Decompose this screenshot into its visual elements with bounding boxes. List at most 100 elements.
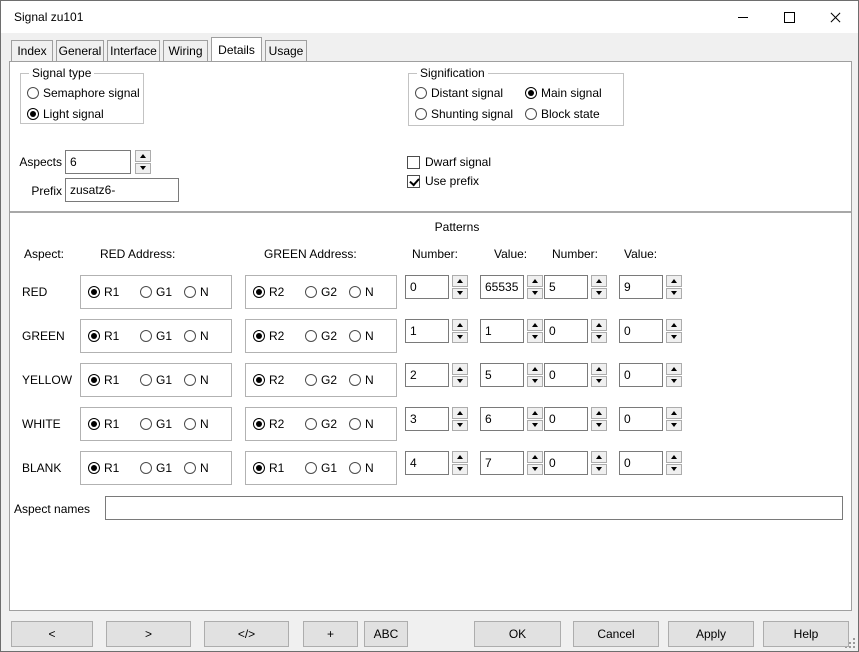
spin-down-button[interactable] [452,376,468,388]
spin-up-button[interactable] [591,407,607,419]
spin-up-button[interactable] [666,407,682,419]
value2-input[interactable] [619,451,663,475]
spin-up-button[interactable] [527,363,543,375]
number2-input[interactable] [544,407,588,431]
radio-shunting-signal[interactable]: Shunting signal [415,106,525,122]
radio-yellow-red-n[interactable]: N [184,372,209,388]
radio-green-green-g2[interactable]: G2 [305,328,337,344]
next-button[interactable]: > [106,621,191,647]
abc-button[interactable]: ABC [364,621,408,647]
tab-details[interactable]: Details [211,37,262,62]
spin-up-button[interactable] [452,363,468,375]
radio-semaphore-signal[interactable]: Semaphore signal [27,85,143,101]
radio-white-green-n[interactable]: N [349,416,374,432]
radio-blank-green-n[interactable]: N [349,460,374,476]
radio-white-green-r2[interactable]: R2 [253,416,284,432]
radio-yellow-red-r1[interactable]: R1 [88,372,119,388]
number2-input[interactable] [544,451,588,475]
number1-input[interactable] [405,407,449,431]
radio-block-state[interactable]: Block state [525,106,623,122]
code-button[interactable]: </> [204,621,289,647]
radio-green-red-n[interactable]: N [184,328,209,344]
radio-yellow-green-r2[interactable]: R2 [253,372,284,388]
value1-input[interactable] [480,451,524,475]
spin-up-button[interactable] [452,319,468,331]
spin-up-button[interactable] [527,407,543,419]
spin-down-button[interactable] [527,420,543,432]
radio-white-red-r1[interactable]: R1 [88,416,119,432]
tab-interface[interactable]: Interface [107,40,160,62]
number1-input[interactable] [405,275,449,299]
radio-red-red-g1[interactable]: G1 [140,284,172,300]
help-button[interactable]: Help [763,621,849,647]
radio-yellow-red-g1[interactable]: G1 [140,372,172,388]
value1-input[interactable] [480,319,524,343]
spin-down-button[interactable] [452,464,468,476]
value2-input[interactable] [619,319,663,343]
spin-down-button[interactable] [591,332,607,344]
spin-up-button[interactable] [666,275,682,287]
spin-up-button[interactable] [591,451,607,463]
spin-down-button[interactable] [527,376,543,388]
value2-input[interactable] [619,407,663,431]
radio-blank-green-g1[interactable]: G1 [305,460,337,476]
spin-down-button[interactable] [135,163,151,175]
radio-white-red-g1[interactable]: G1 [140,416,172,432]
spin-up-button[interactable] [452,275,468,287]
minimize-button[interactable] [720,1,766,33]
radio-blank-red-r1[interactable]: R1 [88,460,119,476]
close-button[interactable] [812,1,858,33]
aspect-names-input[interactable] [105,496,843,520]
radio-green-green-r2[interactable]: R2 [253,328,284,344]
spin-up-button[interactable] [591,363,607,375]
spin-up-button[interactable] [666,363,682,375]
radio-yellow-green-n[interactable]: N [349,372,374,388]
spin-down-button[interactable] [591,288,607,300]
tab-index[interactable]: Index [11,40,53,62]
radio-blank-red-g1[interactable]: G1 [140,460,172,476]
tab-general[interactable]: General [56,40,104,62]
spin-up-button[interactable] [452,407,468,419]
ok-button[interactable]: OK [474,621,561,647]
radio-red-green-n[interactable]: N [349,284,374,300]
spin-up-button[interactable] [135,150,151,162]
value1-input[interactable] [480,407,524,431]
radio-green-green-n[interactable]: N [349,328,374,344]
cancel-button[interactable]: Cancel [573,621,659,647]
spin-up-button[interactable] [591,275,607,287]
number2-input[interactable] [544,275,588,299]
radio-blank-green-r1[interactable]: R1 [253,460,284,476]
spin-down-button[interactable] [452,288,468,300]
radio-red-green-g2[interactable]: G2 [305,284,337,300]
value1-input[interactable] [480,363,524,387]
apply-button[interactable]: Apply [668,621,754,647]
spin-up-button[interactable] [527,275,543,287]
radio-blank-red-n[interactable]: N [184,460,209,476]
value2-input[interactable] [619,275,663,299]
spin-down-button[interactable] [666,288,682,300]
spin-down-button[interactable] [527,332,543,344]
radio-red-red-n[interactable]: N [184,284,209,300]
aspects-input[interactable] [65,150,131,174]
radio-main-signal[interactable]: Main signal [525,85,623,101]
spin-up-button[interactable] [666,319,682,331]
spin-down-button[interactable] [666,376,682,388]
spin-up-button[interactable] [591,319,607,331]
spin-down-button[interactable] [666,420,682,432]
number1-input[interactable] [405,363,449,387]
spin-down-button[interactable] [527,288,543,300]
maximize-button[interactable] [766,1,812,33]
value1-input[interactable] [480,275,524,299]
prefix-input[interactable] [65,178,179,202]
spin-down-button[interactable] [666,332,682,344]
tab-usage[interactable]: Usage [265,40,307,62]
radio-green-red-g1[interactable]: G1 [140,328,172,344]
spin-down-button[interactable] [527,464,543,476]
radio-red-red-r1[interactable]: R1 [88,284,119,300]
spin-down-button[interactable] [591,376,607,388]
spin-up-button[interactable] [527,319,543,331]
number2-input[interactable] [544,363,588,387]
spin-down-button[interactable] [452,332,468,344]
radio-red-green-r2[interactable]: R2 [253,284,284,300]
radio-white-red-n[interactable]: N [184,416,209,432]
